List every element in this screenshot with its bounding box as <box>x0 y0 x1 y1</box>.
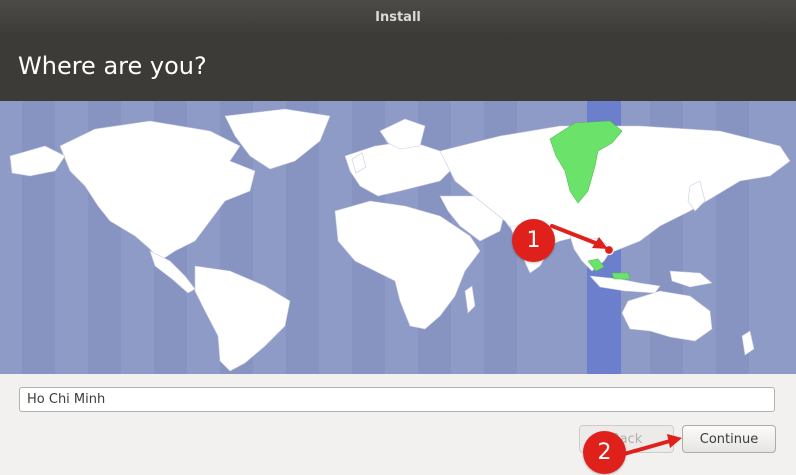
page-title: Where are you? <box>18 52 207 80</box>
location-input[interactable] <box>19 387 775 412</box>
annotation-arrow-1 <box>550 224 608 249</box>
continue-button[interactable]: Continue <box>682 425 776 453</box>
title-bar: Install <box>0 0 796 34</box>
annotation-arrow-2 <box>622 434 682 456</box>
page-header: Where are you? <box>0 34 796 101</box>
world-map[interactable] <box>0 101 796 374</box>
window-title: Install <box>375 9 421 25</box>
installer-window: Install Where are you? 1 Ho Chi Minh Bac… <box>0 0 796 475</box>
annotation-marker-2: 2 <box>583 431 626 474</box>
annotation-marker-1: 1 <box>512 219 555 262</box>
timezone-map[interactable] <box>0 101 796 374</box>
